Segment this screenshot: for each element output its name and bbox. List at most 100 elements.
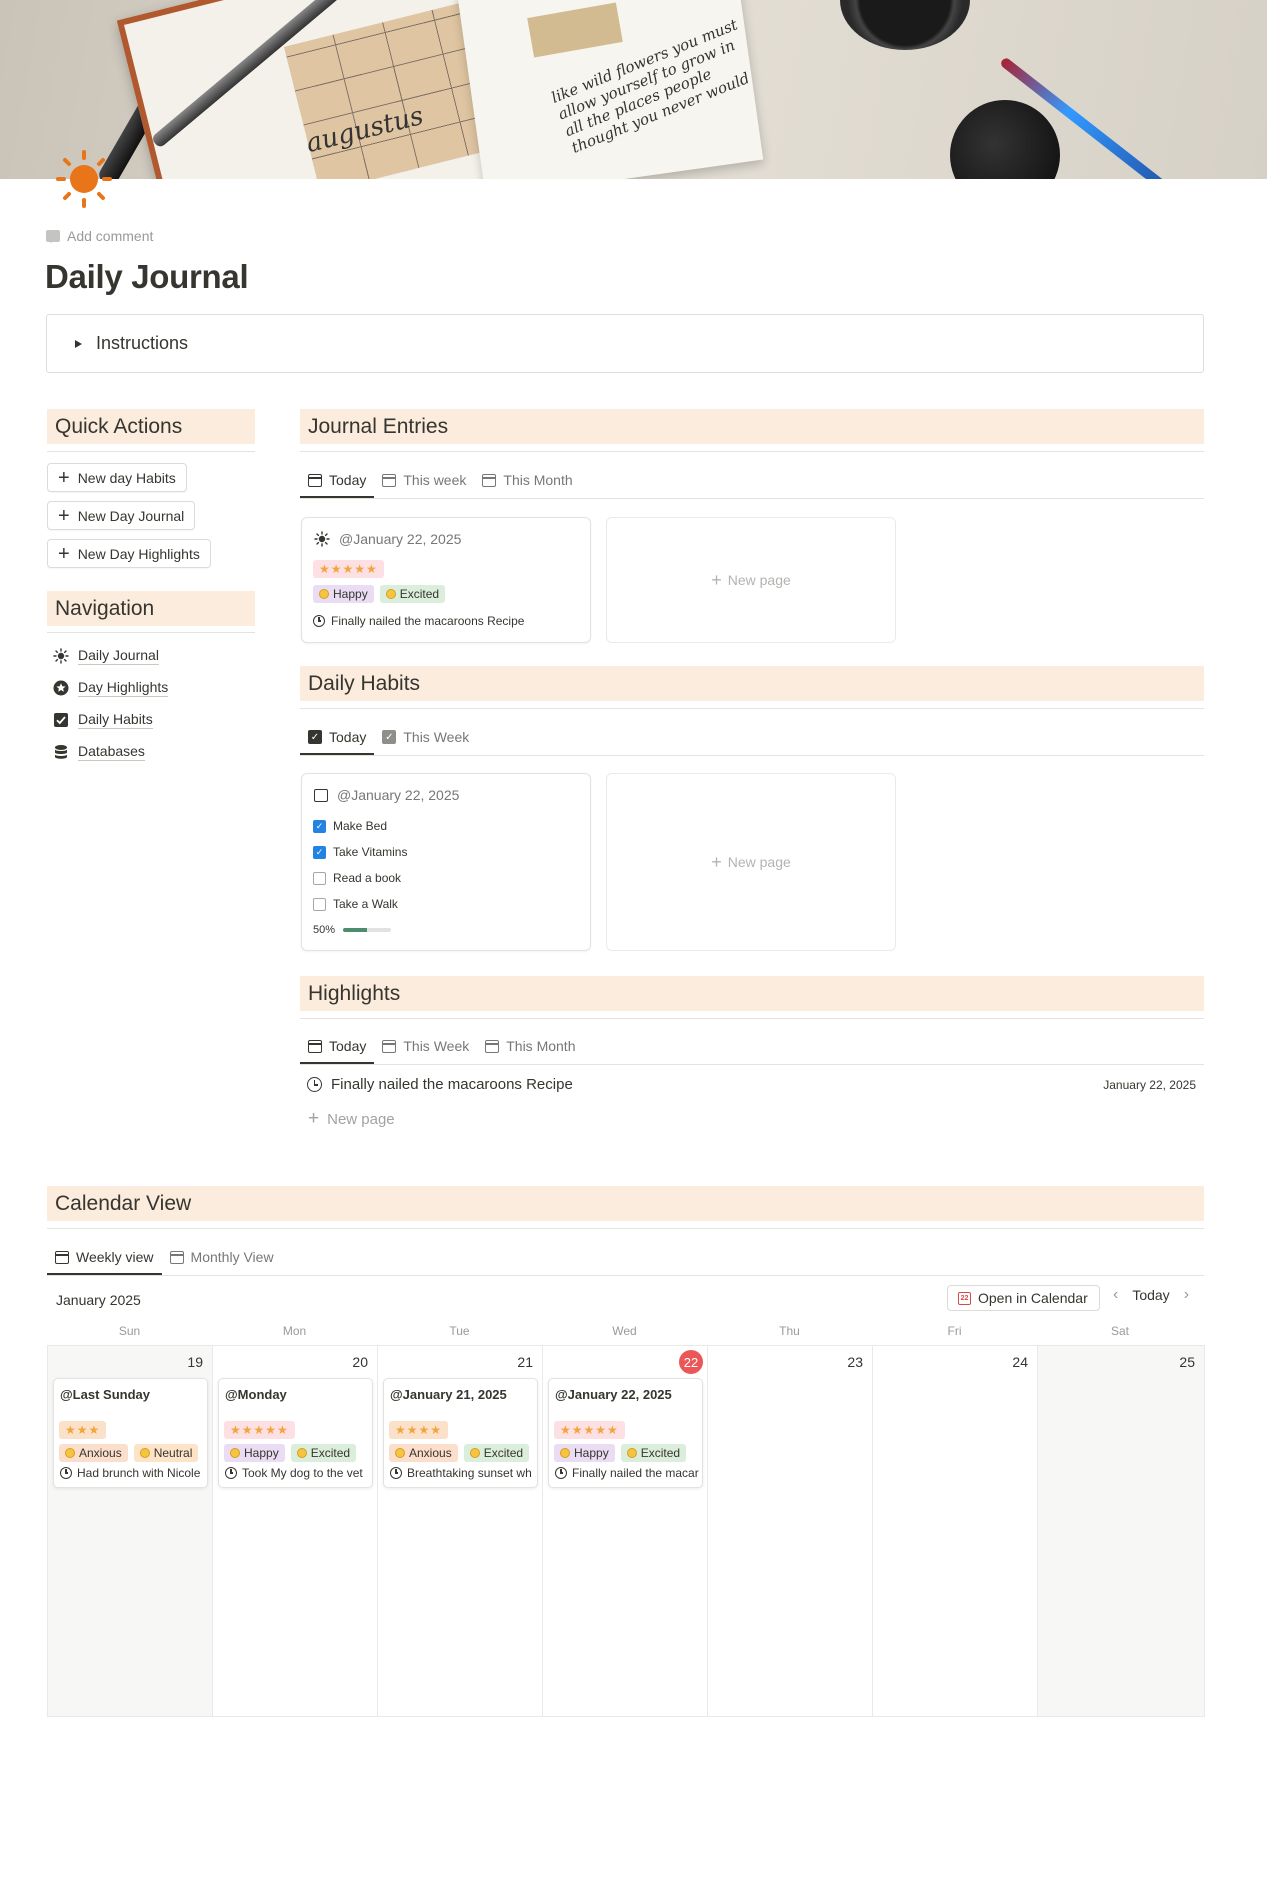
- day-of-week-label: Sat: [1110, 1324, 1129, 1338]
- calendar-icon: [382, 473, 397, 487]
- calendar-icon: [308, 1039, 322, 1053]
- habit-item[interactable]: Take a Walk: [313, 897, 398, 911]
- tag-label: Neutral: [153, 1446, 193, 1460]
- tab-this-week[interactable]: This week: [374, 463, 474, 497]
- calendar-day-cell[interactable]: 21 @January 21, 2025 ★★★★ Anxious Excited Bre…: [378, 1346, 543, 1716]
- nav-item-databases[interactable]: Databases: [52, 743, 145, 761]
- calendar-icon: [482, 473, 497, 487]
- divider: [47, 451, 255, 452]
- new-page-button[interactable]: + New page: [308, 1108, 395, 1130]
- calendar-icon: [485, 1039, 500, 1053]
- happy-face-icon: [319, 589, 329, 599]
- clock-icon: [307, 1077, 322, 1092]
- tab-today[interactable]: Today: [300, 463, 375, 498]
- journal-entry-card[interactable]: @January 22, 2025 ★★★★★ Happy Excited Fi…: [301, 517, 591, 643]
- calendar-entry-card[interactable]: @January 21, 2025 ★★★★ Anxious Excited Breat…: [383, 1378, 538, 1488]
- instructions-label: Instructions: [96, 333, 189, 353]
- calendar-day-cell[interactable]: 25: [1038, 1346, 1204, 1716]
- new-page-card[interactable]: + New page: [606, 773, 896, 951]
- neutral-face-icon: [139, 1448, 150, 1458]
- nav-item-daily-habits[interactable]: Daily Habits: [52, 711, 153, 729]
- tab-today[interactable]: ✓ Today: [300, 720, 375, 755]
- habit-item[interactable]: Read a book: [313, 871, 401, 885]
- instructions-toggle[interactable]: Instructions: [46, 314, 1204, 373]
- new-day-highlights-button[interactable]: + New Day Highlights: [47, 539, 211, 568]
- calendar-day-cell[interactable]: 23: [708, 1346, 873, 1716]
- chevron-right-icon[interactable]: ›: [1184, 1286, 1189, 1304]
- day-of-week-label: Tue: [449, 1324, 470, 1338]
- toggle-triangle-icon[interactable]: [75, 339, 82, 348]
- tag-label: Happy: [574, 1446, 609, 1460]
- calendar-day-cell[interactable]: 19 @Last Sunday ★★★ Anxious Neutral Had brunc…: [48, 1346, 213, 1716]
- highlights-tabs: Today This Week This Month: [300, 1029, 583, 1064]
- nav-item-daily-journal[interactable]: Daily Journal: [52, 647, 159, 665]
- happy-face-icon: [560, 1448, 570, 1458]
- tab-this-week[interactable]: ✓ This Week: [374, 720, 477, 754]
- page-title[interactable]: Daily Journal: [45, 258, 249, 296]
- calendar-view-tabs: Weekly view Monthly View: [47, 1240, 282, 1275]
- day-of-week-label: Fri: [947, 1324, 962, 1338]
- entry-note: Had brunch with Nicole: [60, 1466, 200, 1480]
- highlight-row[interactable]: Finally nailed the macaroons Recipe Janu…: [307, 1076, 1204, 1093]
- checkbox-unchecked[interactable]: [313, 897, 326, 911]
- nav-label: Day Highlights: [78, 679, 169, 697]
- entry-date-label: @January 22, 2025: [339, 531, 462, 547]
- tab-this-month[interactable]: This Month: [474, 463, 580, 497]
- tab-this-month[interactable]: This Month: [477, 1029, 583, 1063]
- tab-weekly-view[interactable]: Weekly view: [47, 1240, 162, 1275]
- day-of-week-label: Thu: [779, 1324, 800, 1338]
- new-day-habits-button[interactable]: + New day Habits: [47, 463, 187, 492]
- tab-today[interactable]: Today: [300, 1029, 375, 1064]
- nav-item-day-highlights[interactable]: Day Highlights: [52, 679, 169, 697]
- cover-image: augustus like wild flowers you must allo…: [0, 0, 1267, 179]
- calendar-day-cell[interactable]: 24: [873, 1346, 1038, 1716]
- habit-label: Read a book: [333, 871, 402, 885]
- tag-label: Happy: [244, 1446, 279, 1460]
- habits-progress: 50%: [313, 924, 392, 936]
- note-label: Took My dog to the vet: [242, 1466, 363, 1480]
- tab-monthly-view[interactable]: Monthly View: [162, 1240, 282, 1274]
- tag-label: Excited: [310, 1446, 351, 1460]
- checkbox-checked[interactable]: ✓: [313, 845, 326, 859]
- sun-icon: [52, 648, 69, 665]
- add-comment-button[interactable]: Add comment: [46, 228, 153, 244]
- checkbox-icon: ✓: [382, 730, 397, 744]
- habits-date-label: @January 22, 2025: [337, 787, 460, 803]
- calendar-entry-card[interactable]: @Monday ★★★★★ Happy Excited Took My dog to t…: [218, 1378, 373, 1488]
- tag-label: Excited: [399, 587, 440, 601]
- new-page-card[interactable]: + New page: [606, 517, 896, 643]
- day-number: 25: [1179, 1354, 1195, 1370]
- navigation-heading: Navigation: [47, 591, 255, 626]
- checkbox-checked[interactable]: ✓: [313, 819, 326, 833]
- calendar-day-cell[interactable]: 20 @Monday ★★★★★ Happy Excited Took My dog to…: [213, 1346, 378, 1716]
- progress-label: 50%: [313, 924, 336, 936]
- habit-item[interactable]: ✓ Make Bed: [313, 819, 387, 833]
- tab-label: Today: [329, 729, 367, 745]
- comment-icon: [46, 230, 60, 243]
- plus-icon: +: [711, 851, 722, 872]
- new-day-journal-button[interactable]: + New Day Journal: [47, 501, 196, 530]
- chevron-left-icon[interactable]: ‹: [1113, 1286, 1118, 1304]
- entry-title: @Last Sunday: [60, 1387, 150, 1402]
- mood-tag: Anxious: [389, 1444, 458, 1462]
- calendar-day-cell[interactable]: 22 @January 22, 2025 ★★★★★ Happy Excited Fina…: [543, 1346, 708, 1716]
- divider: [47, 1275, 1204, 1276]
- open-in-calendar-button[interactable]: 22 Open in Calendar: [947, 1285, 1100, 1311]
- tag-label: Happy: [333, 587, 368, 601]
- checkbox-unchecked[interactable]: [313, 871, 326, 885]
- anxious-face-icon: [395, 1448, 405, 1458]
- tab-this-week[interactable]: This Week: [374, 1029, 477, 1063]
- journal-entries-tabs: Today This week This Month: [300, 463, 581, 498]
- mood-tag: Happy: [224, 1444, 285, 1462]
- tab-label: This Month: [506, 1038, 576, 1054]
- progress-bar: [343, 928, 392, 932]
- calendar-entry-card[interactable]: @Last Sunday ★★★ Anxious Neutral Had brunch …: [53, 1378, 208, 1488]
- habit-item[interactable]: ✓ Take Vitamins: [313, 845, 407, 859]
- habit-label: Take Vitamins: [333, 845, 408, 859]
- daily-habits-card[interactable]: @January 22, 2025 ✓ Make Bed ✓ Take Vitami…: [301, 773, 591, 951]
- rating-stars: ★★★★★: [554, 1421, 625, 1439]
- today-button[interactable]: Today: [1132, 1287, 1169, 1303]
- calendar-entry-card[interactable]: @January 22, 2025 ★★★★★ Happy Excited Finall…: [548, 1378, 703, 1488]
- page-sun-icon[interactable]: [50, 150, 118, 208]
- tag-label: Excited: [640, 1446, 681, 1460]
